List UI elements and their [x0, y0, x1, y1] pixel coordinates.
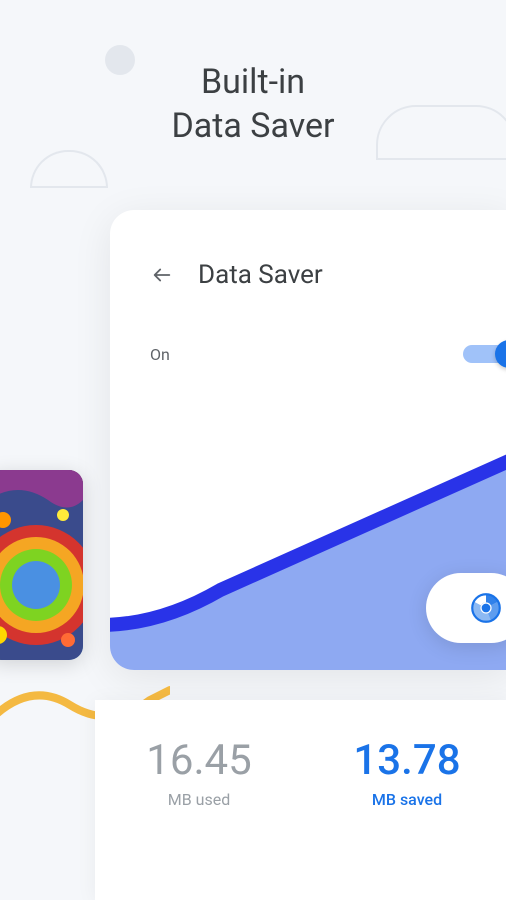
chrome-icon	[471, 593, 501, 623]
toggle-row: On	[150, 340, 506, 368]
hero-line-1: Built-in	[0, 60, 506, 104]
hero-line-2: Data Saver	[0, 104, 506, 148]
data-saver-toggle[interactable]	[463, 340, 506, 368]
stat-saved-label: MB saved	[303, 790, 506, 809]
card-header: Data Saver	[150, 260, 506, 290]
stat-used-value: 16.45	[95, 740, 303, 782]
stat-mb-saved: 13.78 MB saved	[303, 740, 506, 809]
toggle-label: On	[150, 345, 170, 364]
stat-used-label: MB used	[95, 790, 303, 809]
decorative-art-tile	[0, 470, 83, 660]
hero-title: Built-in Data Saver	[0, 60, 506, 148]
chrome-pill[interactable]	[426, 573, 506, 643]
back-arrow-icon[interactable]	[150, 263, 174, 287]
stats-card: 16.45 MB used 13.78 MB saved	[95, 700, 506, 900]
bg-decoration-cloud	[30, 150, 108, 188]
card-title: Data Saver	[198, 260, 323, 290]
stat-saved-value: 13.78	[303, 740, 506, 782]
stat-mb-used: 16.45 MB used	[95, 740, 303, 809]
